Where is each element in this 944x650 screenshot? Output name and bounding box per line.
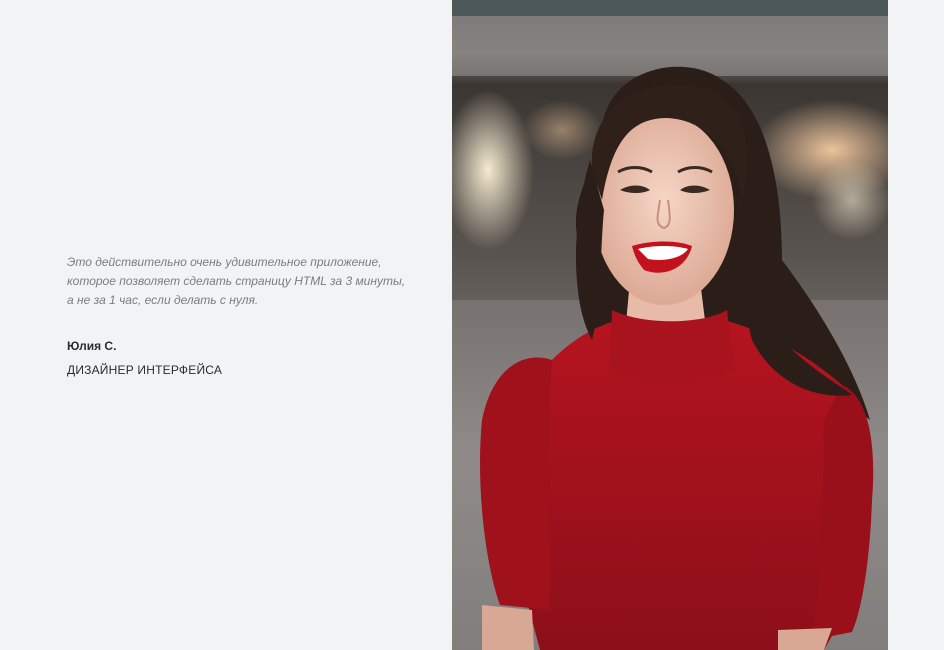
testimonial-section: Это действительно очень удивительное при… <box>0 0 944 650</box>
testimonial-quote: Это действительно очень удивительное при… <box>67 255 406 307</box>
author-role: ДИЗАЙНЕР ИНТЕРФЕЙСА <box>67 363 223 377</box>
author-name: Юлия С. <box>67 339 117 353</box>
testimonial-text-block: Это действительно очень удивительное при… <box>67 253 407 377</box>
portrait-illustration <box>452 0 888 650</box>
portrait-photo <box>452 0 888 650</box>
